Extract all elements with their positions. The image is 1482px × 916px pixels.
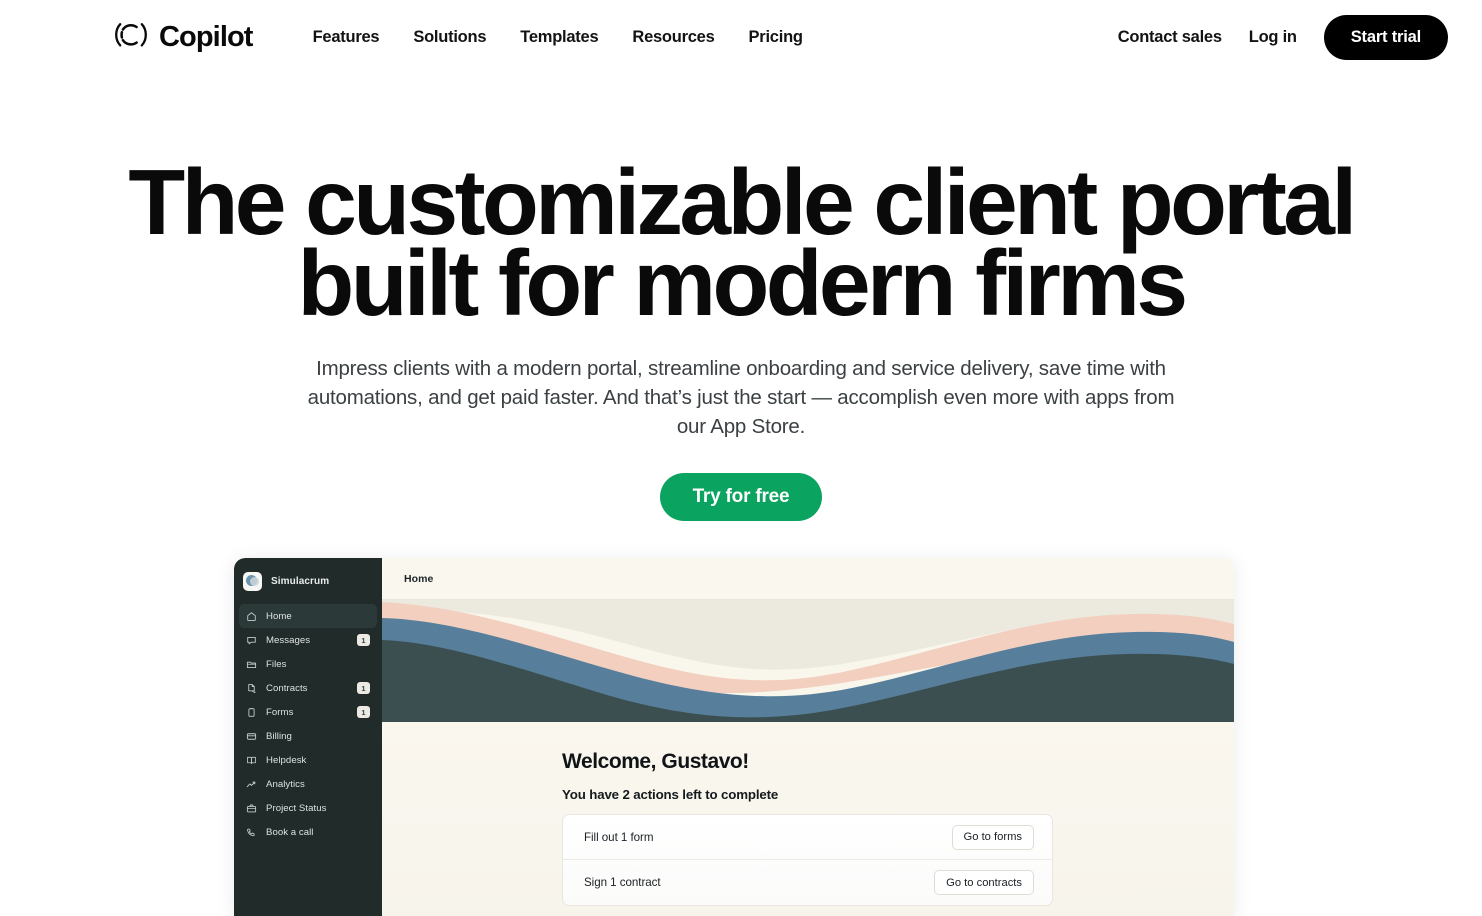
sidebar-item-label: Project Status xyxy=(266,802,327,814)
action-row: Sign 1 contract Go to contracts xyxy=(563,860,1052,905)
sidebar-item-project-status[interactable]: Project Status xyxy=(239,796,377,820)
sidebar-item-analytics[interactable]: Analytics xyxy=(239,772,377,796)
sidebar-item-label: Forms xyxy=(266,706,294,718)
home-icon xyxy=(247,611,256,621)
try-for-free-button[interactable]: Try for free xyxy=(659,473,823,522)
sidebar-item-home[interactable]: Home xyxy=(239,604,377,628)
hero-subtitle: Impress clients with a modern portal, st… xyxy=(307,356,1175,439)
action-row: Fill out 1 form Go to forms xyxy=(563,815,1052,860)
sidebar-item-label: Messages xyxy=(266,634,311,646)
app-topbar: Home xyxy=(382,558,1234,600)
welcome-subtitle: You have 2 actions left to complete xyxy=(562,787,779,802)
briefcase-icon xyxy=(246,804,257,812)
contract-icon xyxy=(248,683,256,693)
sidebar-item-label: Files xyxy=(266,658,287,670)
sidebar-item-helpdesk[interactable]: Helpdesk xyxy=(239,748,377,772)
nav-item-templates[interactable]: Templates xyxy=(518,22,600,53)
sidebar-item-book-a-call[interactable]: Book a call xyxy=(239,820,377,844)
app-banner-artwork xyxy=(382,600,1234,722)
app-workspace-switcher[interactable]: Simulacrum xyxy=(234,558,382,591)
sidebar-item-billing[interactable]: Billing xyxy=(239,724,377,748)
app-home-body: Welcome, Gustavo! You have 2 actions lef… xyxy=(382,722,1234,916)
trending-up-icon xyxy=(246,781,256,787)
sidebar-item-messages[interactable]: Messages 1 xyxy=(239,628,377,652)
copilot-logo-icon xyxy=(112,20,150,55)
nav-item-pricing[interactable]: Pricing xyxy=(747,22,805,53)
primary-nav: Features Solutions Templates Resources P… xyxy=(311,22,805,53)
credit-card-icon xyxy=(246,732,257,740)
brand-name: Copilot xyxy=(159,20,253,53)
hero-cta-wrap: Try for free xyxy=(0,473,1482,522)
hero-section: The customizable client portal built for… xyxy=(0,74,1482,522)
sidebar-item-label: Helpdesk xyxy=(266,754,307,766)
go-to-contracts-button[interactable]: Go to contracts xyxy=(934,870,1034,895)
login-link[interactable]: Log in xyxy=(1249,28,1297,47)
book-icon xyxy=(247,756,256,764)
breadcrumb: Home xyxy=(404,572,434,585)
app-preview: Simulacrum Home Messages 1 Files Contrac… xyxy=(234,558,1234,916)
folder-icon xyxy=(246,661,257,668)
landing-page: Copilot Features Solutions Templates Res… xyxy=(0,0,1482,916)
action-label: Sign 1 contract xyxy=(584,876,661,889)
app-sidebar-nav: Home Messages 1 Files Contracts 1 Forms … xyxy=(234,604,382,844)
phone-icon xyxy=(247,828,255,836)
brand-logo[interactable]: Copilot xyxy=(112,20,253,55)
sidebar-item-label: Contracts xyxy=(266,682,308,694)
status-badge: 1 xyxy=(357,634,370,646)
start-trial-button[interactable]: Start trial xyxy=(1323,14,1448,60)
sidebar-item-label: Home xyxy=(266,610,292,622)
message-icon xyxy=(247,636,256,644)
clipboard-icon xyxy=(248,707,255,717)
sidebar-item-label: Book a call xyxy=(266,826,314,838)
workspace-name: Simulacrum xyxy=(271,576,330,587)
sidebar-item-forms[interactable]: Forms 1 xyxy=(239,700,377,724)
welcome-title: Welcome, Gustavo! xyxy=(562,750,749,773)
app-main: Home Welcome, Gustavo! You have 2 action… xyxy=(382,558,1234,916)
nav-item-resources[interactable]: Resources xyxy=(630,22,716,53)
site-header: Copilot Features Solutions Templates Res… xyxy=(0,0,1482,74)
sidebar-item-contracts[interactable]: Contracts 1 xyxy=(239,676,377,700)
go-to-forms-button[interactable]: Go to forms xyxy=(951,824,1034,850)
actions-card: Fill out 1 form Go to forms Sign 1 contr… xyxy=(562,814,1053,906)
status-badge: 1 xyxy=(357,706,370,718)
nav-item-solutions[interactable]: Solutions xyxy=(411,22,488,53)
sidebar-item-label: Billing xyxy=(266,730,292,742)
sidebar-item-files[interactable]: Files xyxy=(239,652,377,676)
action-label: Fill out 1 form xyxy=(584,830,654,844)
status-badge: 1 xyxy=(357,682,370,694)
workspace-avatar-icon xyxy=(243,572,262,591)
app-sidebar: Simulacrum Home Messages 1 Files Contrac… xyxy=(234,558,382,916)
header-actions: Contact sales Log in Start trial xyxy=(1118,14,1448,60)
nav-item-features[interactable]: Features xyxy=(311,22,382,53)
page-title: The customizable client portal built for… xyxy=(128,150,1357,335)
sidebar-item-label: Analytics xyxy=(266,778,305,790)
contact-sales-link[interactable]: Contact sales xyxy=(1118,28,1222,47)
